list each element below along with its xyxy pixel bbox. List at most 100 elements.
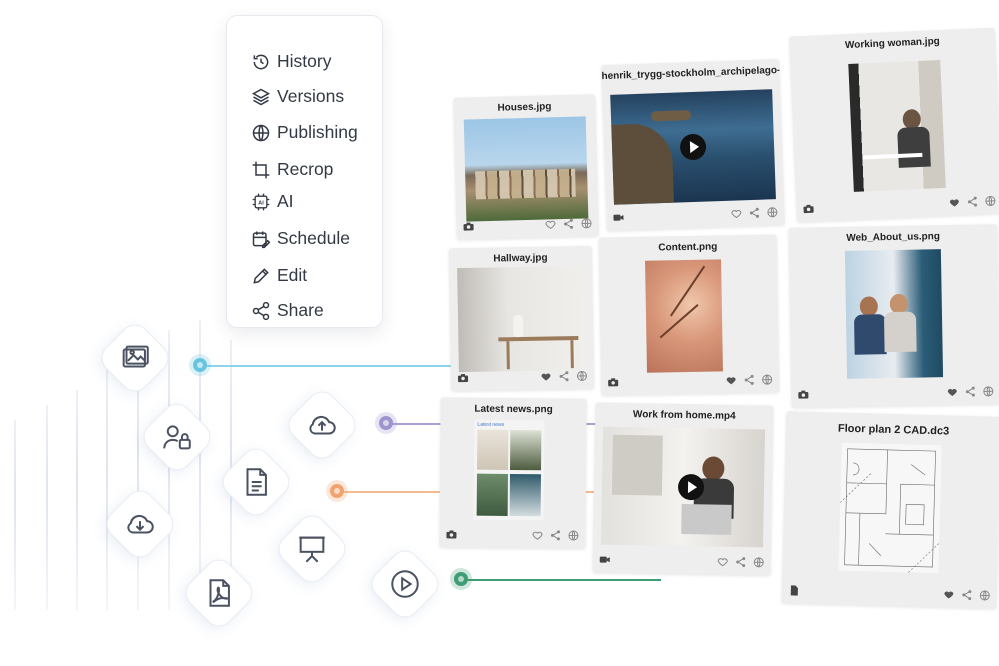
camera-icon <box>463 222 474 231</box>
menu-item-label: Share <box>277 300 324 320</box>
asset-card[interactable]: Web_About_us.png <box>788 224 999 408</box>
play-icon[interactable] <box>679 133 707 161</box>
card-title: Hallway.jpg <box>493 252 548 265</box>
share-icon[interactable] <box>558 370 570 382</box>
card-title: Content.png <box>658 241 718 254</box>
menu-item-ai[interactable]: AI AI <box>251 191 294 212</box>
menu-item-share[interactable]: Share <box>251 300 324 321</box>
context-menu: History Versions Publishing Recrop AI AI… <box>227 16 382 327</box>
ai-chip-icon: AI <box>252 193 270 210</box>
card-title: Working woman.jpg <box>844 36 941 52</box>
menu-item-schedule[interactable]: Schedule <box>251 228 350 249</box>
card-title: henrik_trygg-stockholm_archipelago-783..… <box>601 64 780 83</box>
share-icon[interactable] <box>961 589 973 601</box>
calendar-edit-icon <box>252 231 271 248</box>
heart-icon[interactable] <box>531 529 543 541</box>
card-title: Houses.jpg <box>497 101 552 114</box>
share-icon[interactable] <box>743 374 755 386</box>
floor-plan-drawing <box>839 448 940 573</box>
menu-item-history[interactable]: History <box>251 51 331 72</box>
cloud-download-icon <box>127 514 154 534</box>
menu-item-label: Recrop <box>277 159 334 179</box>
document-icon <box>790 585 798 596</box>
heart-icon[interactable] <box>948 196 961 209</box>
presentation-diamond[interactable] <box>273 510 351 588</box>
asset-card[interactable]: Floor plan 2 CAD.dc3 <box>781 411 999 609</box>
asset-card[interactable]: Latest news.png Latest news <box>439 397 587 549</box>
user-lock-icon <box>163 425 191 450</box>
globe-icon[interactable] <box>979 589 991 601</box>
crop-icon <box>252 161 270 178</box>
globe-icon[interactable] <box>576 370 588 382</box>
menu-item-versions[interactable]: Versions <box>251 86 344 107</box>
cloud-upload-diamond[interactable] <box>283 386 361 464</box>
heart-icon[interactable] <box>544 218 556 230</box>
card-title: Latest news.png <box>474 403 553 416</box>
card-thumbnail <box>848 60 946 192</box>
layers-icon <box>251 88 271 105</box>
share-icon[interactable] <box>748 207 760 219</box>
pdf-diamond[interactable] <box>180 554 258 632</box>
cloud-download-diamond[interactable] <box>101 485 179 563</box>
globe-icon[interactable] <box>753 556 765 568</box>
heart-icon[interactable] <box>943 588 955 600</box>
globe-icon <box>252 124 270 141</box>
share-icon[interactable] <box>735 556 747 568</box>
card-thumbnail <box>610 89 776 205</box>
share-icon <box>252 301 270 320</box>
globe-icon[interactable] <box>580 217 592 229</box>
card-title: Floor plan 2 CAD.dc3 <box>837 422 950 438</box>
share-icon[interactable] <box>966 195 979 208</box>
menu-item-label: Edit <box>277 265 308 285</box>
document-diamond[interactable] <box>217 443 295 521</box>
menu-item-label: History <box>277 51 332 71</box>
user-lock-diamond[interactable] <box>138 398 216 476</box>
asset-card[interactable]: Content.png <box>598 234 780 396</box>
globe-icon[interactable] <box>567 529 579 541</box>
card-thumbnail <box>844 249 944 379</box>
connector-line <box>200 365 460 367</box>
menu-item-publishing[interactable]: Publishing <box>251 122 358 143</box>
card-thumbnail <box>645 259 723 373</box>
menu-item-edit[interactable]: Edit <box>251 265 307 286</box>
card-thumbnail <box>457 265 585 373</box>
card-thumbnail: Latest news <box>473 419 545 521</box>
menu-item-recrop[interactable]: Recrop <box>251 159 333 180</box>
globe-icon[interactable] <box>766 206 778 218</box>
card-title: Work from home.mp4 <box>632 409 736 422</box>
menu-item-label: AI <box>277 191 294 211</box>
menu-item-label: Publishing <box>277 122 358 142</box>
connector-dot <box>330 484 344 498</box>
share-icon[interactable] <box>562 218 574 230</box>
presentation-icon <box>299 536 325 563</box>
image-file-diamond[interactable] <box>96 319 174 397</box>
globe-icon[interactable] <box>982 385 994 397</box>
heart-icon[interactable] <box>730 207 742 219</box>
play-diamond[interactable] <box>366 545 444 623</box>
share-icon[interactable] <box>549 529 561 541</box>
asset-card[interactable]: Houses.jpg <box>453 94 599 240</box>
asset-card[interactable]: henrik_trygg-stockholm_archipelago-783..… <box>601 58 785 232</box>
video-icon <box>613 214 624 221</box>
camera-icon <box>446 530 457 539</box>
asset-card[interactable]: Hallway.jpg <box>448 245 595 392</box>
menu-item-label: Versions <box>277 86 345 106</box>
heart-icon[interactable] <box>946 386 958 398</box>
card-thumbnail <box>601 426 766 548</box>
heart-icon[interactable] <box>725 374 737 386</box>
connector-dot <box>379 416 393 430</box>
camera-icon <box>458 373 469 383</box>
globe-icon[interactable] <box>761 374 773 386</box>
share-icon[interactable] <box>964 386 976 398</box>
card-thumbnail <box>463 116 589 222</box>
globe-icon[interactable] <box>984 195 997 208</box>
connector-dot <box>193 358 207 372</box>
camera-icon <box>608 378 619 387</box>
heart-icon[interactable] <box>717 556 729 568</box>
camera-icon <box>798 390 809 399</box>
heart-icon[interactable] <box>540 370 552 382</box>
video-icon <box>599 556 610 563</box>
asset-card[interactable]: Work from home.mp4 <box>592 402 774 576</box>
history-icon <box>253 54 269 69</box>
asset-card[interactable]: Working woman.jpg <box>789 27 999 223</box>
